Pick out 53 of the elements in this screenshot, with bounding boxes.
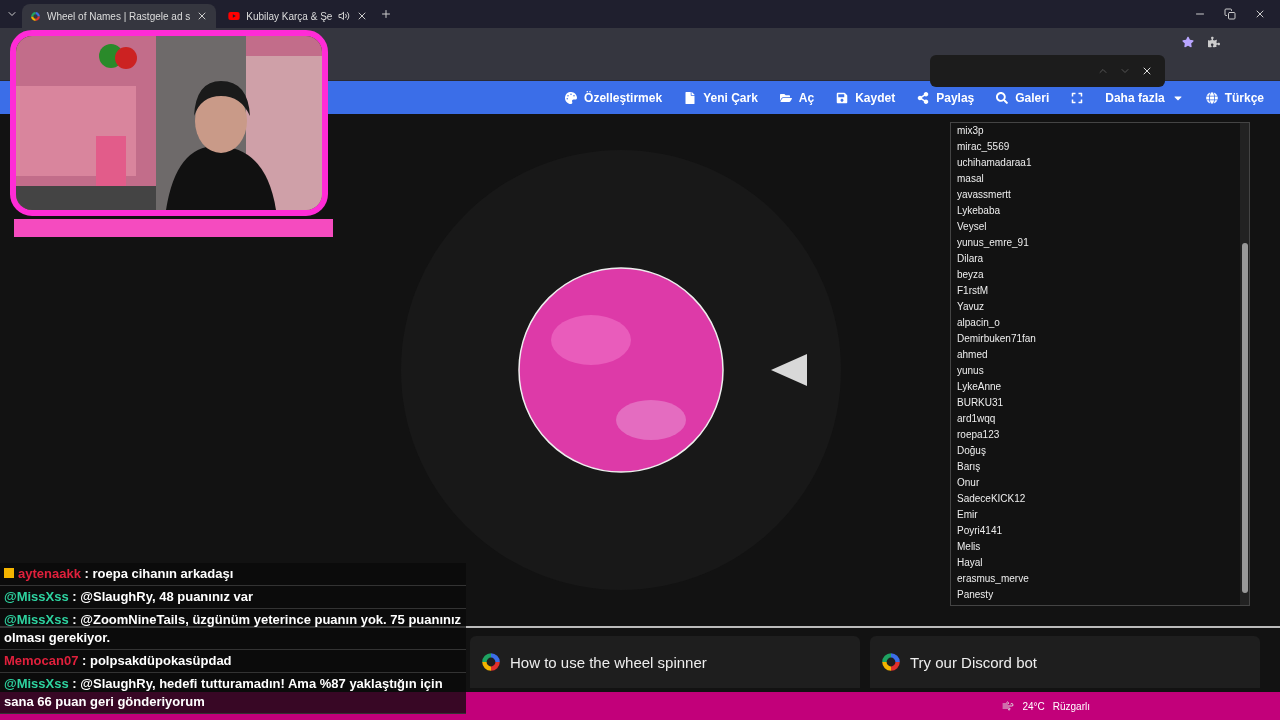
entry-name: Doğuş [957, 444, 987, 458]
chat-message: Memocan07 : polpsakdüpokasüpdad [0, 650, 466, 673]
nav-button[interactable]: Galeri [996, 90, 1050, 105]
entry-name: mix3p [957, 124, 985, 138]
card-title: Try our Discord bot [910, 653, 1037, 671]
nav-button[interactable]: Özelleştirmek [565, 90, 663, 105]
entry-name: uchihamadaraa1 [957, 156, 1033, 170]
entry-name: beyza [957, 268, 985, 282]
entry-name: roepa123 [957, 428, 1001, 442]
entry-name: masal [957, 172, 985, 186]
nav-button[interactable]: Kaydet [836, 90, 896, 105]
more-menu[interactable]: Daha fazla [1105, 90, 1184, 105]
tab-title: Kubilay Karça & Şe [246, 10, 333, 22]
entry-name: mirac_5569 [957, 140, 1011, 154]
nav-button[interactable]: Türkçe [1205, 90, 1264, 105]
temperature: 24°C [1022, 700, 1045, 712]
entry-name: Dilara [957, 252, 985, 266]
entry-name: ard1wqq [957, 412, 997, 426]
browser-tab[interactable]: Wheel of Names | Rastgele ad s [22, 4, 217, 28]
entry-name: yavassmertt [957, 188, 1012, 202]
entry-name: Melis [957, 540, 982, 554]
entry-name: ahmed [957, 348, 989, 362]
entry-name: Demirbuken71fan [957, 332, 1037, 346]
entry-name: Panesty [957, 588, 995, 602]
nav-button[interactable]: Aç [779, 90, 815, 105]
chat-message: aytenaakk : roepa cihanın arkadaşı [0, 563, 466, 586]
entry-name: Yavuz [957, 300, 986, 314]
weather-condition: Rüzgarlı [1052, 700, 1090, 712]
entry-name: Veysel [957, 220, 988, 234]
entry-name: LykeAnne [957, 380, 1003, 394]
chat-message: @MissXss : @SlaughRy, 48 puanınız var [0, 586, 466, 609]
entry-name: Emir [957, 508, 979, 522]
entry-name: Barış [957, 460, 982, 474]
entry-name: alpacin_o [957, 316, 1001, 330]
tab-title: Wheel of Names | Rastgele ad s [47, 10, 191, 22]
nav-button[interactable]: Paylaş [917, 90, 975, 105]
entry-name: F1rstM [957, 284, 990, 298]
info-card[interactable]: Try our Discord bot [870, 636, 1260, 688]
entry-name: erasmus_merve [957, 572, 1030, 586]
browser-tab[interactable]: Kubilay Karça & Şe [220, 4, 377, 28]
info-card[interactable]: How to use the wheel spinner [470, 636, 860, 688]
chat-message: @MissXss : @SlaughRy, hedefi tutturamadın! Ama %87 yaklaştığın için sana 66 puan geri gönderiyorum [0, 673, 466, 714]
entry-name: yunus [957, 364, 985, 378]
entry-name: Lykebaba [957, 204, 1001, 218]
card-title: How to use the wheel spinner [510, 653, 707, 671]
entry-name: Hayal [957, 556, 984, 570]
chat-message: @MissXss : @ZoomNineTails, üzgünüm yeterince puanın yok. 75 puanınız olması gerekiyor. [0, 609, 466, 650]
entry-name: Onur [957, 476, 981, 490]
nav-button[interactable]: Yeni Çark [684, 90, 758, 105]
entry-name: BURKU31 [957, 396, 1005, 410]
entry-name: SadeceKICK12 [957, 492, 1027, 506]
entry-name: yunus_emre_91 [957, 236, 1030, 250]
entry-name: Poyri4141 [957, 524, 1004, 538]
